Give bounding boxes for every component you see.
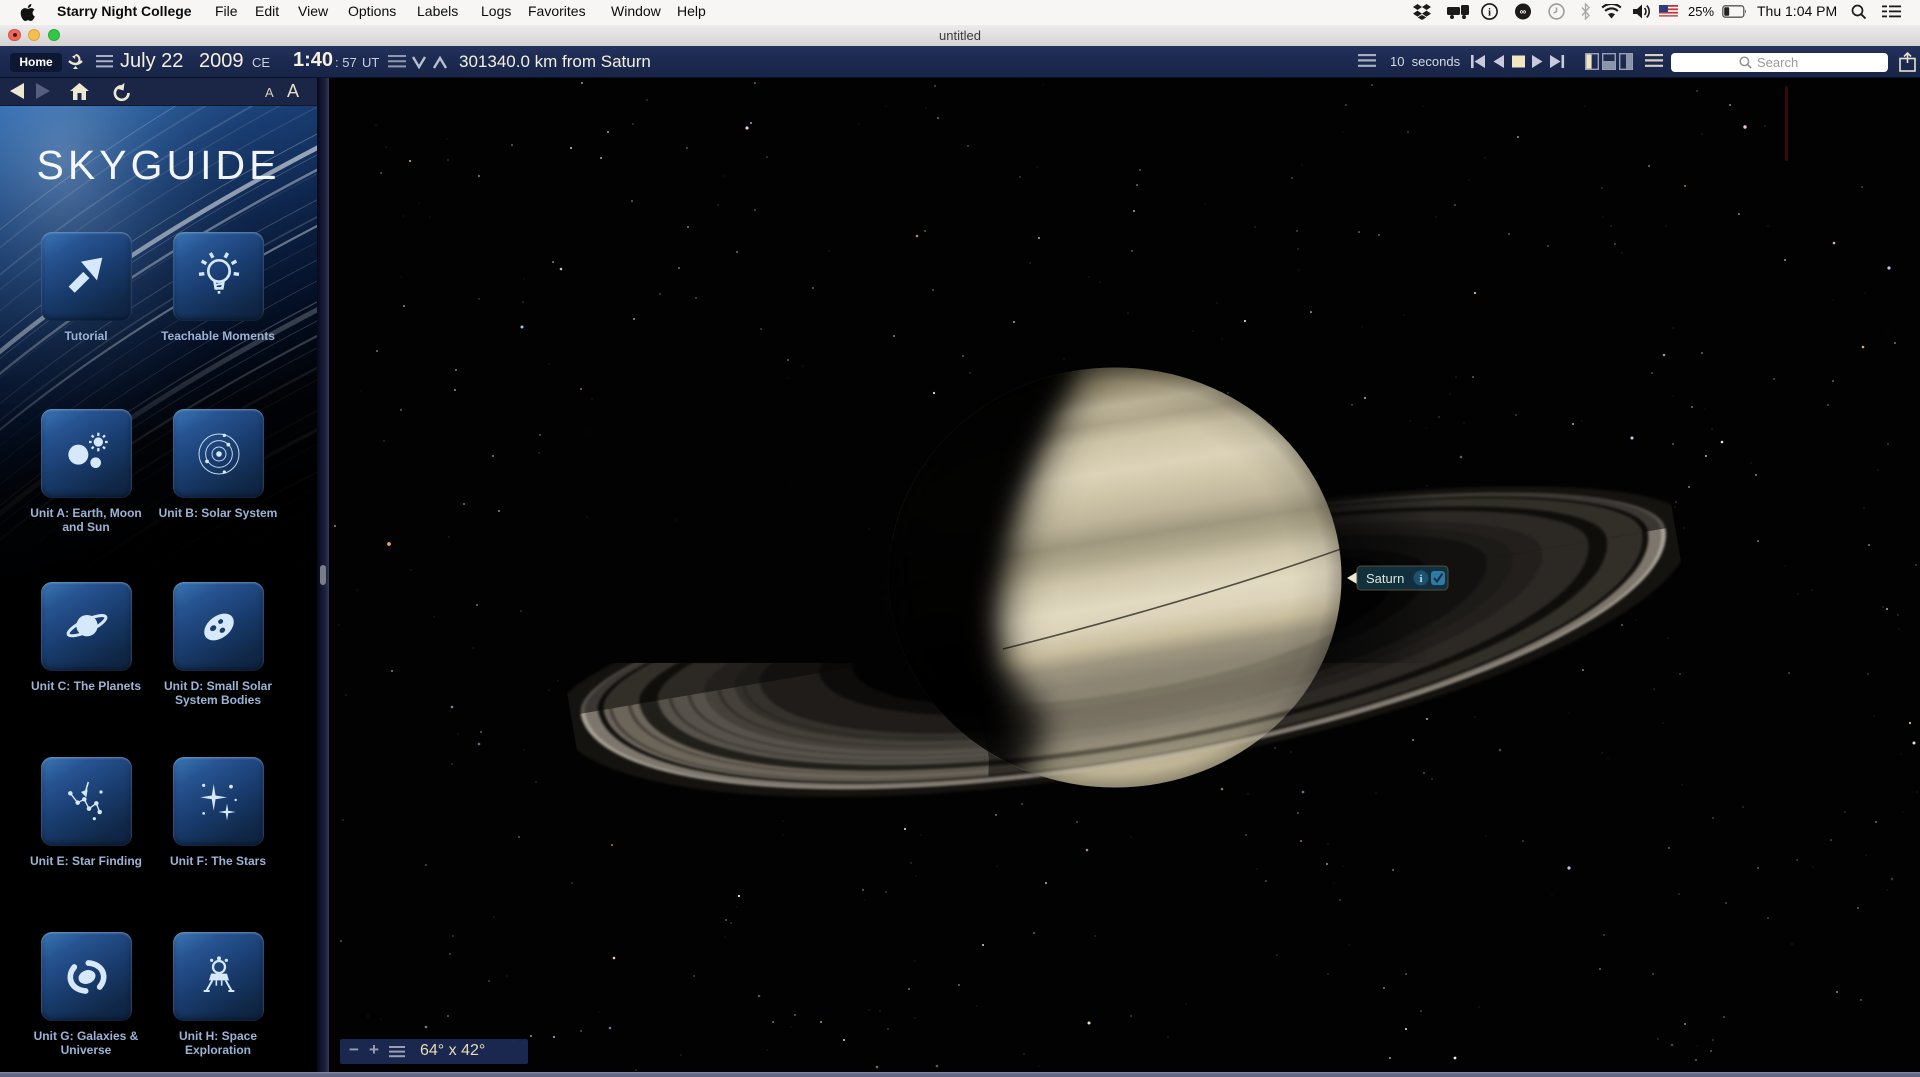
- svg-text:∞: ∞: [1520, 7, 1527, 17]
- svg-text:Saturn: Saturn: [1366, 571, 1404, 586]
- svg-text:i: i: [1419, 573, 1422, 585]
- svg-text:i: i: [1488, 7, 1491, 19]
